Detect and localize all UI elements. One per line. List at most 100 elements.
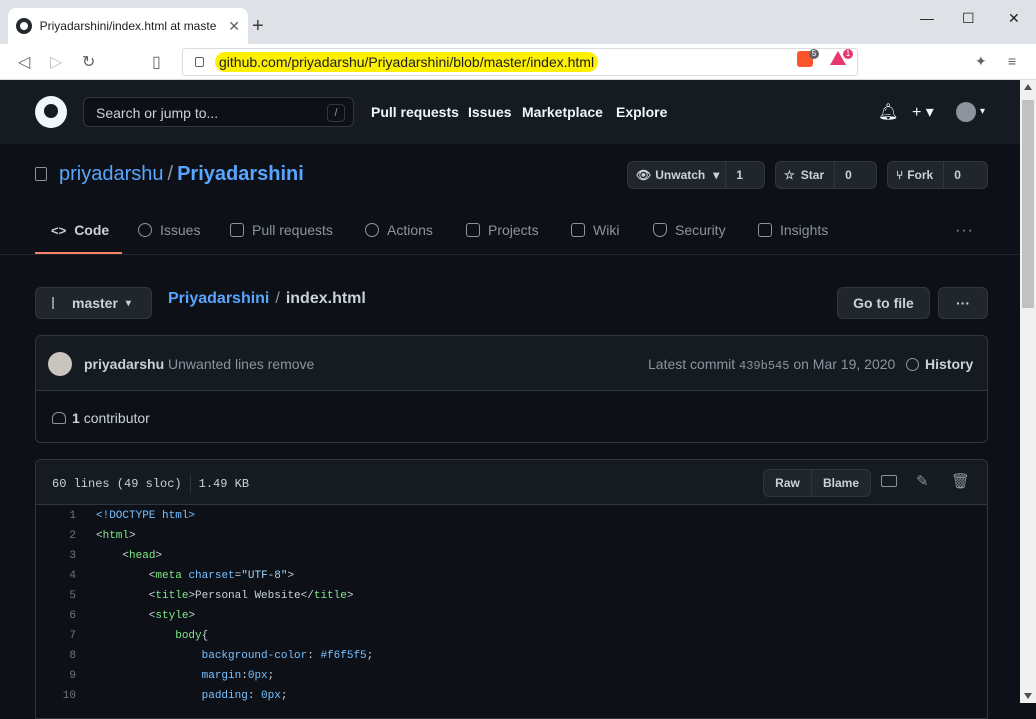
fork-count[interactable]: 0 [943, 162, 971, 188]
star-button[interactable]: ☆ Star 0 [775, 161, 877, 189]
code-icon: <> [51, 222, 67, 238]
git-pull-request-icon [230, 223, 244, 237]
line-number[interactable]: 7 [36, 630, 76, 642]
new-tab-button[interactable]: + [252, 16, 264, 36]
create-new-plus-icon[interactable]: + ▾ [912, 102, 934, 122]
back-icon[interactable]: ◁ [18, 52, 30, 72]
author-avatar[interactable] [48, 352, 72, 376]
browser-toolbar: ◁ ▷ ↻ ▯ github.com/priyadarshu/Priyadars… [0, 44, 1036, 80]
fork-button[interactable]: ⑂ Fork 0 [887, 161, 988, 189]
star-count[interactable]: 0 [834, 162, 862, 188]
file-lines-info: 60 lines (49 sloc) [52, 477, 182, 492]
code-line: 1 <!DOCTYPE html> [36, 506, 987, 526]
browser-tab-title: Priyadarshini/index.html at maste [39, 19, 217, 33]
nav-marketplace[interactable]: Marketplace [522, 104, 603, 120]
branch-name: master [72, 295, 118, 311]
reload-icon[interactable]: ↻ [82, 52, 95, 72]
scroll-up-icon[interactable] [1024, 84, 1032, 90]
blame-button[interactable]: Blame [812, 470, 870, 496]
commit-author-link[interactable]: priyadarshu [84, 356, 164, 372]
line-number[interactable]: 5 [36, 590, 76, 602]
code-line: 2 <html> [36, 526, 987, 546]
notifications-bell-icon[interactable]: 🔔︎ [878, 102, 898, 122]
lock-icon [195, 57, 204, 67]
shield-icon [653, 223, 667, 237]
tabs-more-icon[interactable]: ··· [955, 222, 974, 240]
code-line: 9 margin:0px; [36, 666, 987, 686]
tab-actions[interactable]: Actions [365, 222, 433, 238]
contributors[interactable]: 1 contributor [52, 410, 150, 426]
line-content: background-color: #f6f5f5; [201, 650, 374, 662]
browser-tab-strip: Priyadarshini/index.html at maste ✕ + — … [0, 0, 1036, 44]
line-content: <head> [96, 550, 163, 562]
history-button[interactable]: History [906, 356, 973, 372]
desktop-icon[interactable] [881, 475, 897, 487]
tab-insights[interactable]: Insights [758, 222, 828, 238]
maximize-button[interactable]: ☐ [962, 10, 975, 27]
tab-issues-label: Issues [160, 222, 201, 238]
go-to-file-button[interactable]: Go to file [837, 287, 930, 319]
tab-wiki[interactable]: Wiki [571, 222, 619, 238]
file-more-button[interactable]: ··· [938, 287, 988, 319]
tab-code-label: Code [74, 222, 110, 238]
divider [189, 475, 191, 493]
nav-pull-requests[interactable]: Pull requests [371, 104, 459, 120]
latest-commit-box: priyadarshu Unwanted lines remove Latest… [35, 335, 988, 443]
star-label: Star [800, 168, 825, 182]
file-size: 1.49 KB [198, 477, 250, 492]
github-logo-icon[interactable] [35, 96, 67, 128]
raw-button[interactable]: Raw [764, 470, 812, 496]
commit-sha-link[interactable]: 439b545 [739, 359, 789, 373]
url-text[interactable]: github.com/priyadarshu/Priyadarshini/blo… [215, 52, 599, 72]
line-number[interactable]: 3 [36, 550, 76, 562]
watch-count[interactable]: 1 [725, 162, 753, 188]
tab-security[interactable]: Security [653, 222, 726, 238]
scroll-down-icon[interactable] [1024, 693, 1032, 699]
line-number[interactable]: 8 [36, 650, 76, 662]
search-input[interactable]: Search or jump to... / [83, 97, 354, 127]
tab-close-icon[interactable]: ✕ [228, 18, 240, 35]
tab-issues[interactable]: Issues [138, 222, 200, 238]
line-number[interactable]: 6 [36, 610, 76, 622]
code-line: 5 <title>Personal Website</title> [36, 586, 987, 606]
browser-tab[interactable]: Priyadarshini/index.html at maste ✕ [8, 8, 248, 44]
fork-icon: ⑂ [896, 168, 904, 182]
page-scrollbar[interactable] [1020, 80, 1036, 703]
line-content: body{ [175, 630, 209, 642]
tab-pull-requests[interactable]: Pull requests [230, 222, 333, 238]
nav-explore[interactable]: Explore [616, 104, 667, 120]
tab-code[interactable]: <> Code [51, 222, 109, 238]
tab-projects[interactable]: Projects [466, 222, 539, 238]
line-number[interactable]: 10 [36, 690, 76, 702]
browser-menu-icon[interactable]: ≡ [1008, 53, 1016, 69]
trash-icon[interactable]: 🗑︎ [951, 472, 970, 490]
scroll-thumb[interactable] [1022, 100, 1034, 308]
address-bar[interactable]: github.com/priyadarshu/Priyadarshini/blo… [182, 48, 858, 76]
project-icon [466, 223, 480, 237]
minimize-button[interactable]: — [920, 10, 934, 26]
branch-select-button[interactable]: master ▾ [35, 287, 152, 319]
repo-name-link[interactable]: Priyadarshini [177, 163, 304, 185]
breadcrumb-repo-link[interactable]: Priyadarshini [168, 290, 269, 307]
github-favicon-icon [16, 18, 32, 34]
nav-issues[interactable]: Issues [468, 104, 512, 120]
line-number[interactable]: 9 [36, 670, 76, 682]
repo-owner-link[interactable]: priyadarshu [59, 163, 164, 185]
profile-dropdown-icon[interactable]: ▾ [980, 106, 985, 117]
commit-meta: Latest commit 439b545 on Mar 19, 2020 [648, 356, 895, 373]
user-avatar[interactable] [956, 102, 976, 122]
commit-message-link[interactable]: Unwanted lines remove [168, 356, 314, 372]
code-line: 4 <meta charset="UTF-8"> [36, 566, 987, 586]
pencil-icon[interactable]: ✎ [916, 472, 932, 490]
line-number[interactable]: 1 [36, 510, 76, 522]
line-content: <meta charset="UTF-8"> [96, 570, 295, 582]
unwatch-button[interactable]: 👁︎ Unwatch ▾ 1 [627, 161, 765, 189]
git-branch-icon [52, 297, 62, 309]
forward-icon[interactable]: ▷ [50, 52, 62, 72]
extensions-icon[interactable]: ✦ [975, 53, 987, 70]
bookmark-icon[interactable]: ▯ [152, 52, 161, 72]
commit-header: priyadarshu Unwanted lines remove Latest… [36, 336, 987, 391]
line-number[interactable]: 2 [36, 530, 76, 542]
window-close-button[interactable]: ✕ [1008, 10, 1020, 27]
line-number[interactable]: 4 [36, 570, 76, 582]
